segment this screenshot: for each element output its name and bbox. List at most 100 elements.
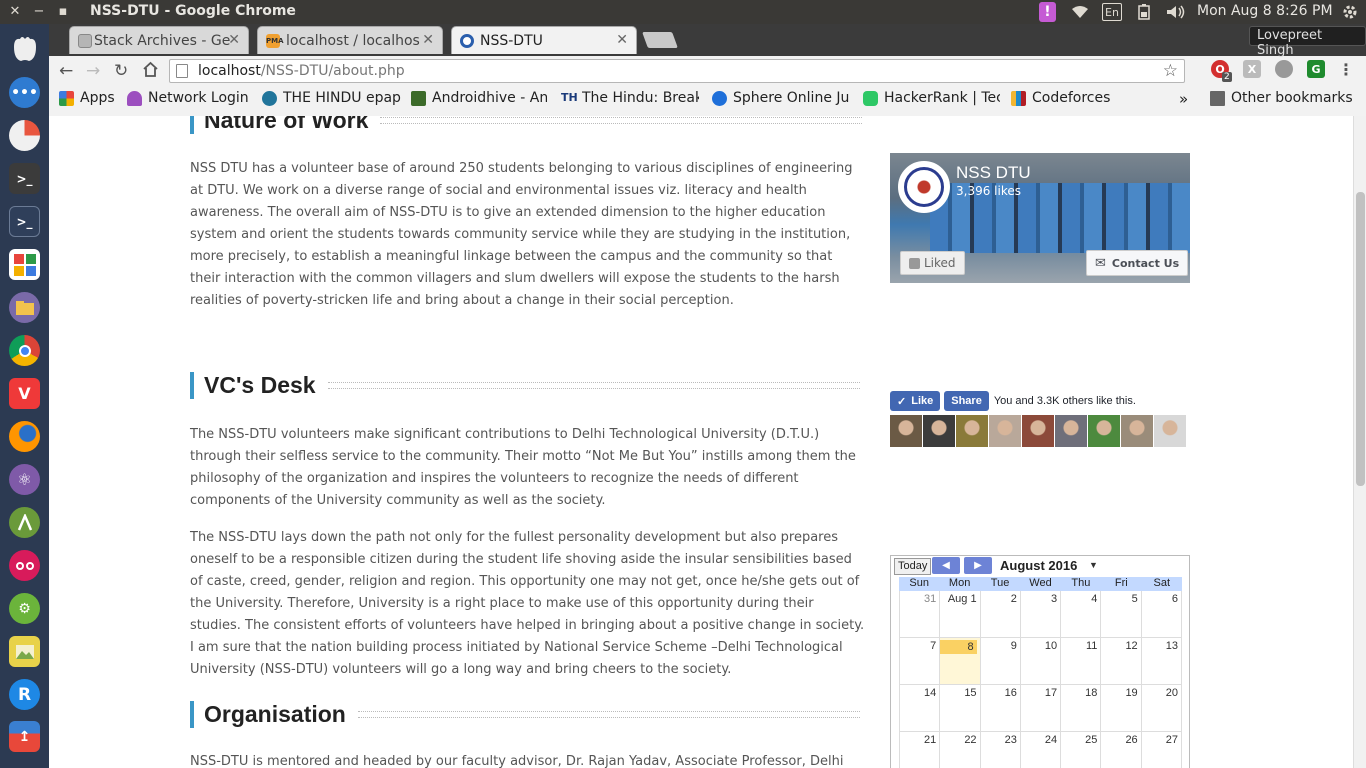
friend-avatar[interactable] <box>1088 415 1120 447</box>
calendar-day-cell[interactable]: 14 <box>899 685 941 732</box>
calendar-day-cell[interactable]: 21 <box>899 732 941 768</box>
terminal-icon[interactable]: >_ <box>9 163 40 194</box>
wifi-icon[interactable] <box>1069 2 1091 22</box>
friend-avatar[interactable] <box>1055 415 1087 447</box>
calendar-day-cell[interactable]: Aug 1 <box>940 591 981 638</box>
calendar-day-cell[interactable]: 12 <box>1101 638 1142 685</box>
tab-stack-archives[interactable]: Stack Archives - Ge ✕ <box>69 26 249 54</box>
calendar-day-cell[interactable]: 15 <box>940 685 981 732</box>
vivaldi-icon[interactable]: V <box>9 378 40 409</box>
page-info-icon[interactable] <box>176 64 188 78</box>
calendar-day-cell[interactable]: 31 <box>899 591 941 638</box>
friend-avatar[interactable] <box>890 415 922 447</box>
calendar-day-cell[interactable]: 23 <box>981 732 1021 768</box>
friend-avatar[interactable] <box>1154 415 1186 447</box>
pocket-extension-icon[interactable] <box>1275 60 1293 78</box>
facebook-page-widget[interactable]: NSS DTU 3,396 likes Liked ✉ Contact Us <box>890 153 1190 283</box>
reload-icon[interactable]: ↻ <box>114 61 128 81</box>
bookmark-the-hindu[interactable]: TH The Hindu: Break <box>561 90 699 106</box>
bookmark-apps[interactable]: Apps <box>59 90 115 106</box>
share-button[interactable]: Share <box>944 391 989 411</box>
next-month-button[interactable]: ▶ <box>964 557 992 574</box>
fb-page-name[interactable]: NSS DTU <box>956 163 1031 183</box>
clock[interactable]: Mon Aug 8 8:26 PM <box>1197 3 1333 19</box>
files-icon[interactable] <box>9 292 40 323</box>
address-bar[interactable]: localhost/NSS-DTU/about.php ☆ <box>169 59 1185 83</box>
home-icon[interactable] <box>142 61 159 83</box>
calendar-day-cell[interactable]: 11 <box>1061 638 1102 685</box>
calendar-day-cell[interactable]: 24 <box>1021 732 1062 768</box>
bookmark-star-icon[interactable]: ☆ <box>1163 60 1178 82</box>
friend-avatar[interactable] <box>923 415 955 447</box>
calendar-day-cell[interactable]: 3 <box>1020 591 1062 638</box>
android-icon[interactable]: ⚙ <box>9 593 40 624</box>
friend-avatar[interactable] <box>1121 415 1153 447</box>
page-scrollbar[interactable] <box>1353 116 1366 768</box>
calendar-day-cell[interactable]: 4 <box>1061 591 1102 638</box>
calendar-day-cell[interactable]: 5 <box>1101 591 1142 638</box>
settings-gear-icon[interactable] <box>1340 2 1360 22</box>
forward-icon[interactable]: → <box>86 61 100 81</box>
like-button[interactable]: ✓ Like <box>890 391 941 411</box>
disk-usage-icon[interactable] <box>9 120 40 151</box>
chrome-menu-icon[interactable]: ⋮ <box>1337 60 1355 79</box>
firefox-icon[interactable] <box>9 421 40 452</box>
scrollbar-thumb[interactable] <box>1356 192 1365 486</box>
software-center-icon[interactable]: ↥ <box>9 721 40 752</box>
calendar-day-cell[interactable]: 22 <box>940 732 981 768</box>
battery-icon[interactable] <box>1135 2 1153 22</box>
bookmark-the-hindu-epaper[interactable]: THE HINDU epap <box>262 90 405 106</box>
calendar-day-cell[interactable]: 7 <box>899 638 941 685</box>
tab-phpmyadmin[interactable]: PMA localhost / localhos ✕ <box>257 26 443 54</box>
keyboard-layout-indicator[interactable]: En <box>1102 3 1122 21</box>
close-tab-icon[interactable]: ✕ <box>422 32 434 48</box>
g-extension-icon[interactable]: G <box>1307 60 1325 78</box>
calendar-day-cell[interactable]: 26 <box>1101 732 1142 768</box>
friend-avatar[interactable] <box>1022 415 1054 447</box>
reverse-r-icon[interactable]: R <box>9 679 40 710</box>
calendar-day-cell[interactable]: 20 <box>1141 685 1182 732</box>
bookmark-androidhive[interactable]: Androidhive - An <box>411 90 547 106</box>
contact-us-button[interactable]: ✉ Contact Us <box>1086 250 1189 276</box>
dash-icon[interactable]: ••• <box>9 77 40 108</box>
android-studio-icon[interactable] <box>9 507 40 538</box>
calendar-day-cell[interactable]: 6 <box>1141 591 1182 638</box>
close-tab-icon[interactable]: ✕ <box>616 32 628 48</box>
calendar-day-cell[interactable]: 9 <box>980 638 1021 685</box>
bookmark-network-login[interactable]: Network Login <box>127 90 255 106</box>
chrome-icon[interactable] <box>9 335 40 366</box>
calendar-day-cell[interactable]: 18 <box>1061 685 1102 732</box>
tab-nss-dtu[interactable]: NSS-DTU ✕ <box>451 26 637 54</box>
friend-avatar[interactable] <box>956 415 988 447</box>
back-icon[interactable]: ← <box>59 61 73 81</box>
image-viewer-icon[interactable] <box>9 636 40 667</box>
calendar-day-cell[interactable]: 10 <box>1020 638 1062 685</box>
friend-avatar[interactable] <box>989 415 1021 447</box>
calendar-day-cell[interactable]: 16 <box>980 685 1021 732</box>
nss-logo[interactable] <box>898 161 950 213</box>
bookmark-sphere-online-judge[interactable]: Sphere Online Ju <box>712 90 850 106</box>
calendar-day-cell[interactable]: 17 <box>1020 685 1062 732</box>
atom-icon[interactable]: ⚛ <box>9 464 40 495</box>
app-grid-icon[interactable] <box>9 249 40 280</box>
calendar-day-cell[interactable]: 13 <box>1141 638 1182 685</box>
bookmarks-overflow-button[interactable]: » <box>1179 90 1188 108</box>
bookmark-other-bookmarks[interactable]: Other bookmarks <box>1210 90 1353 106</box>
dropdown-arrow-icon[interactable]: ▼ <box>1089 560 1098 570</box>
liked-button[interactable]: Liked <box>900 251 965 275</box>
today-button[interactable]: Today <box>894 558 932 575</box>
calendar-day-cell[interactable]: 19 <box>1101 685 1142 732</box>
prev-month-button[interactable]: ◀ <box>932 557 960 574</box>
minimize-window-icon[interactable]: − <box>30 3 48 21</box>
calendar-day-cell[interactable]: 2 <box>980 591 1021 638</box>
notification-icon[interactable]: ! <box>1039 2 1056 22</box>
maximize-window-icon[interactable]: ▪ <box>54 3 72 21</box>
close-window-icon[interactable]: ✕ <box>6 3 24 21</box>
bookmark-hackerrank[interactable]: HackerRank | Tec <box>863 90 1000 106</box>
calendar-day-cell[interactable]: 25 <box>1061 732 1102 768</box>
calendar-day-cell[interactable]: 27 <box>1142 732 1182 768</box>
terminal-2-icon[interactable]: >_ <box>9 206 40 237</box>
new-tab-button[interactable] <box>642 32 678 48</box>
calendar-day-cell[interactable]: 8 <box>940 638 981 685</box>
volume-icon[interactable] <box>1164 2 1188 22</box>
